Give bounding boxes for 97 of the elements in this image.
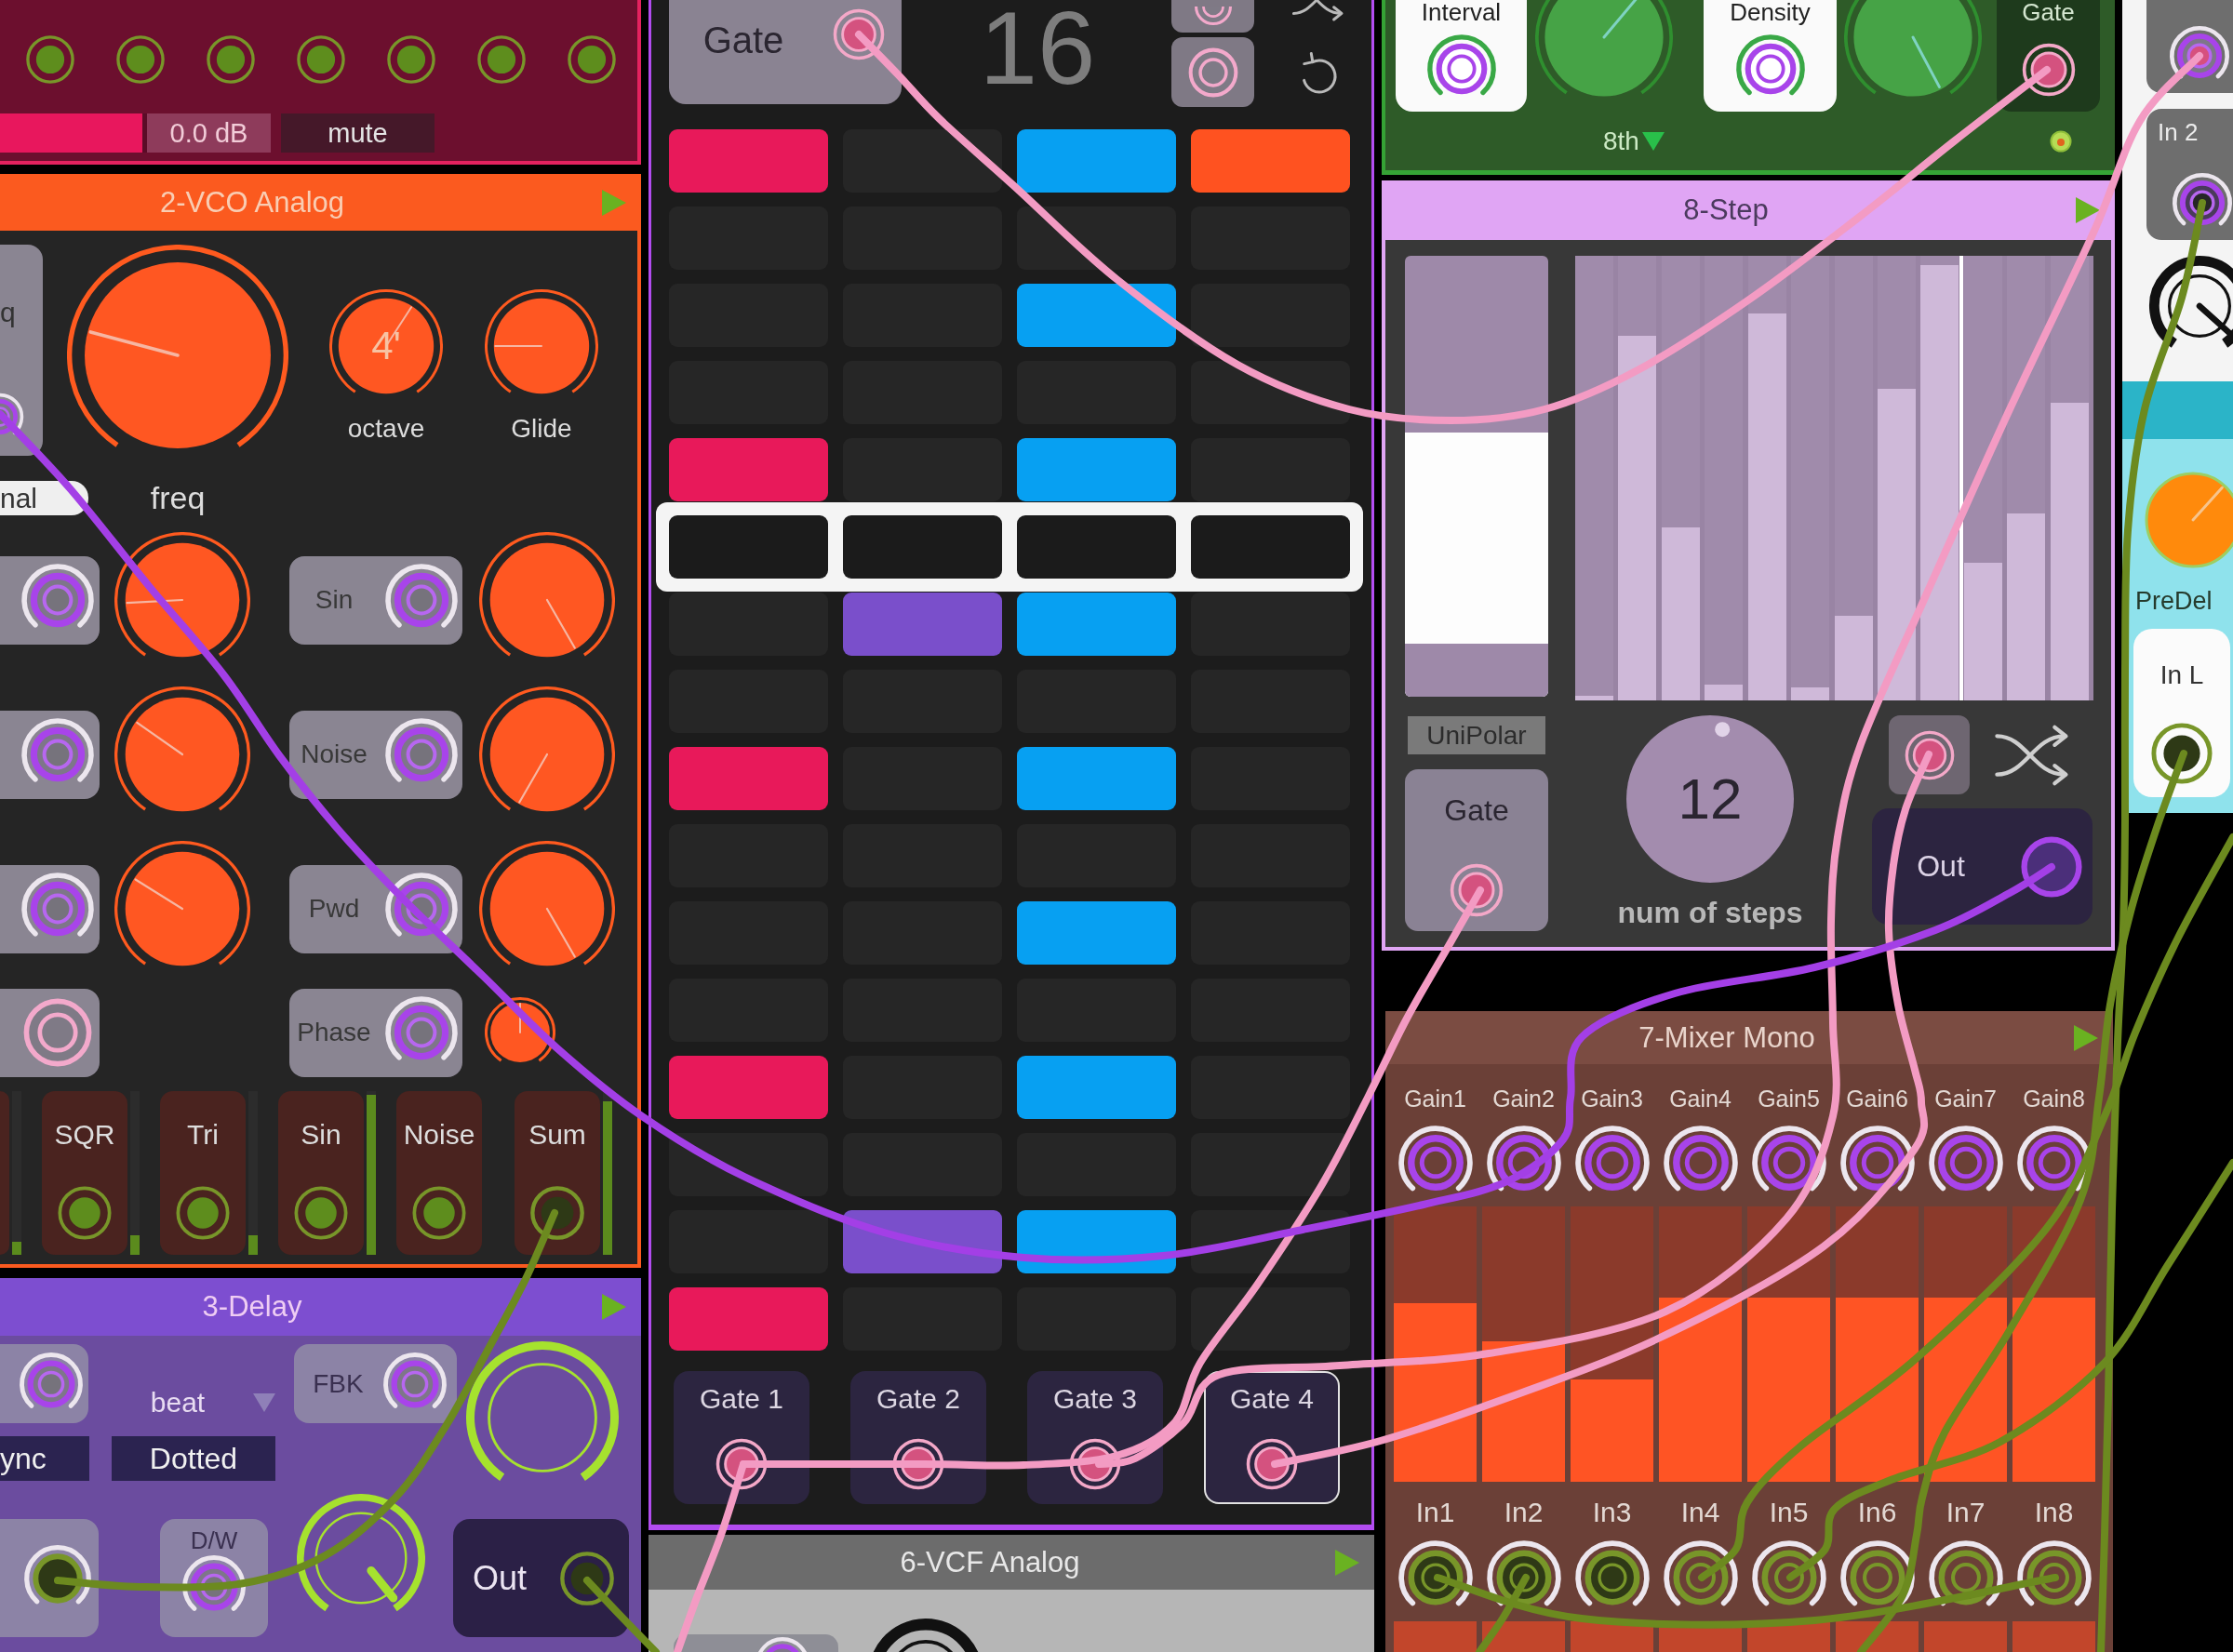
knob-label: num of steps xyxy=(1617,896,1803,929)
gate-output[interactable]: Gate 1 xyxy=(674,1371,809,1504)
jack-socket[interactable] xyxy=(891,1437,945,1491)
gain-label: Gain1 xyxy=(1404,1085,1466,1112)
fader-track[interactable] xyxy=(1747,1206,1830,1482)
knob-label: Glide xyxy=(511,414,572,444)
step-slider[interactable] xyxy=(1834,256,1873,700)
output-label: SQR xyxy=(54,1118,115,1152)
jack-socket[interactable] xyxy=(715,1437,769,1491)
step-pad[interactable] xyxy=(1191,1133,1350,1196)
input-label: In5 xyxy=(1769,1499,1809,1526)
knob-value: 12 xyxy=(1678,769,1743,829)
gain-label: Gain6 xyxy=(1846,1085,1908,1112)
jack-label: Phase xyxy=(296,1018,372,1047)
sync-field[interactable]: ync xyxy=(0,1436,89,1481)
step-pad[interactable] xyxy=(1017,206,1176,270)
fader-track[interactable] xyxy=(1571,1206,1653,1482)
jack-socket[interactable] xyxy=(2020,42,2077,98)
module-title: 6-VCF Analog xyxy=(899,1545,1081,1579)
input-label: In2 xyxy=(1504,1499,1544,1526)
jack-label: Gate xyxy=(702,19,785,61)
gain-label: Gain2 xyxy=(1492,1085,1555,1112)
module-title: 7-Mixer Mono xyxy=(1638,1020,1816,1055)
gain-label: Gain5 xyxy=(1758,1085,1820,1112)
dropdown-icon[interactable] xyxy=(253,1393,275,1412)
play-icon[interactable] xyxy=(602,189,626,216)
step-pad[interactable] xyxy=(843,129,1002,193)
module-title: 3-Delay xyxy=(201,1290,303,1324)
gate-output[interactable]: Gate 4 xyxy=(1204,1371,1340,1504)
jack-label: Sin xyxy=(314,585,354,615)
fader-track[interactable] xyxy=(1394,1206,1477,1482)
division-selector[interactable]: 8th xyxy=(1603,126,1639,156)
range-slider[interactable] xyxy=(1405,256,1548,697)
input-label: In1 xyxy=(1415,1499,1455,1526)
knob-label: PreDel xyxy=(2134,587,2213,615)
step-slider[interactable] xyxy=(1661,256,1700,700)
beat-label: beat xyxy=(150,1388,206,1418)
gain-label: Gain7 xyxy=(1934,1085,1997,1112)
step-count: 16 xyxy=(978,0,1097,97)
input-label: In6 xyxy=(1857,1499,1897,1526)
gain-label: Gain3 xyxy=(1581,1085,1643,1112)
mute-button[interactable]: mute xyxy=(281,113,435,153)
step-pad[interactable] xyxy=(669,1133,828,1196)
jack-label: In L xyxy=(2159,660,2204,690)
step-slider[interactable] xyxy=(1705,256,1744,700)
step-slider[interactable] xyxy=(1963,256,2002,700)
knob-value: 4' xyxy=(371,326,401,366)
play-icon[interactable] xyxy=(2074,1024,2098,1051)
output-label: Out xyxy=(1916,849,1966,884)
jack-label: Pwd xyxy=(307,894,361,924)
step-pad[interactable] xyxy=(1191,361,1350,424)
input-label: In8 xyxy=(2034,1499,2074,1526)
jack-label: D/W xyxy=(190,1526,238,1554)
gate-output[interactable]: Gate 2 xyxy=(850,1371,986,1504)
dropdown-icon[interactable] xyxy=(1641,131,1665,151)
jack-socket[interactable] xyxy=(1068,1437,1122,1491)
input-label: In7 xyxy=(1946,1499,1986,1526)
output-label: Out xyxy=(472,1558,528,1598)
output-label: Tri xyxy=(187,1118,219,1152)
jack-label: q xyxy=(0,297,16,328)
input-label: In3 xyxy=(1592,1499,1632,1526)
play-icon[interactable] xyxy=(602,1294,626,1320)
output-label: Noise xyxy=(403,1118,475,1152)
module-title: 8-Step xyxy=(1682,193,1770,227)
jack-label: FBK xyxy=(312,1368,365,1399)
jack-label: Interval xyxy=(1421,0,1502,24)
jack-label: Gate xyxy=(1444,793,1509,827)
gain-label: Gain8 xyxy=(2023,1085,2085,1112)
fader-track[interactable] xyxy=(1836,1206,1919,1482)
step-slider[interactable] xyxy=(2007,256,2046,700)
jack-socket[interactable] xyxy=(2149,721,2214,786)
output-label: Sin xyxy=(301,1118,341,1152)
play-icon[interactable] xyxy=(1335,1549,1359,1576)
jack-label: In 2 xyxy=(2158,118,2200,146)
knob-label: freq xyxy=(150,481,206,515)
module-title: 2-VCO Analog xyxy=(158,185,346,220)
gain-label: Gain4 xyxy=(1669,1085,1732,1112)
step-slider[interactable] xyxy=(1618,256,1657,700)
step-slider[interactable] xyxy=(2050,256,2089,700)
input-label: In4 xyxy=(1680,1499,1720,1526)
jack-label: Noise xyxy=(300,739,368,769)
mode-selector[interactable]: nal xyxy=(0,481,88,515)
fader-track[interactable] xyxy=(1482,1206,1565,1482)
jack-label: Density xyxy=(1730,0,1811,24)
step-pad[interactable] xyxy=(1191,1287,1350,1351)
knob-label: octave xyxy=(347,414,425,444)
step-slider[interactable] xyxy=(1791,256,1830,700)
mode-field[interactable]: Dotted xyxy=(112,1436,275,1481)
gate-output[interactable]: Gate 3 xyxy=(1027,1371,1163,1504)
jack-label: Gate xyxy=(2022,0,2075,24)
output-label: Sum xyxy=(528,1118,586,1152)
step-slider[interactable] xyxy=(1877,256,1916,700)
step-slider[interactable] xyxy=(1575,256,1613,700)
fader-track[interactable] xyxy=(1659,1206,1742,1482)
gain-readout: 0.0 dB xyxy=(147,113,271,153)
play-icon[interactable] xyxy=(2076,197,2100,223)
jack-socket[interactable] xyxy=(1245,1437,1299,1491)
